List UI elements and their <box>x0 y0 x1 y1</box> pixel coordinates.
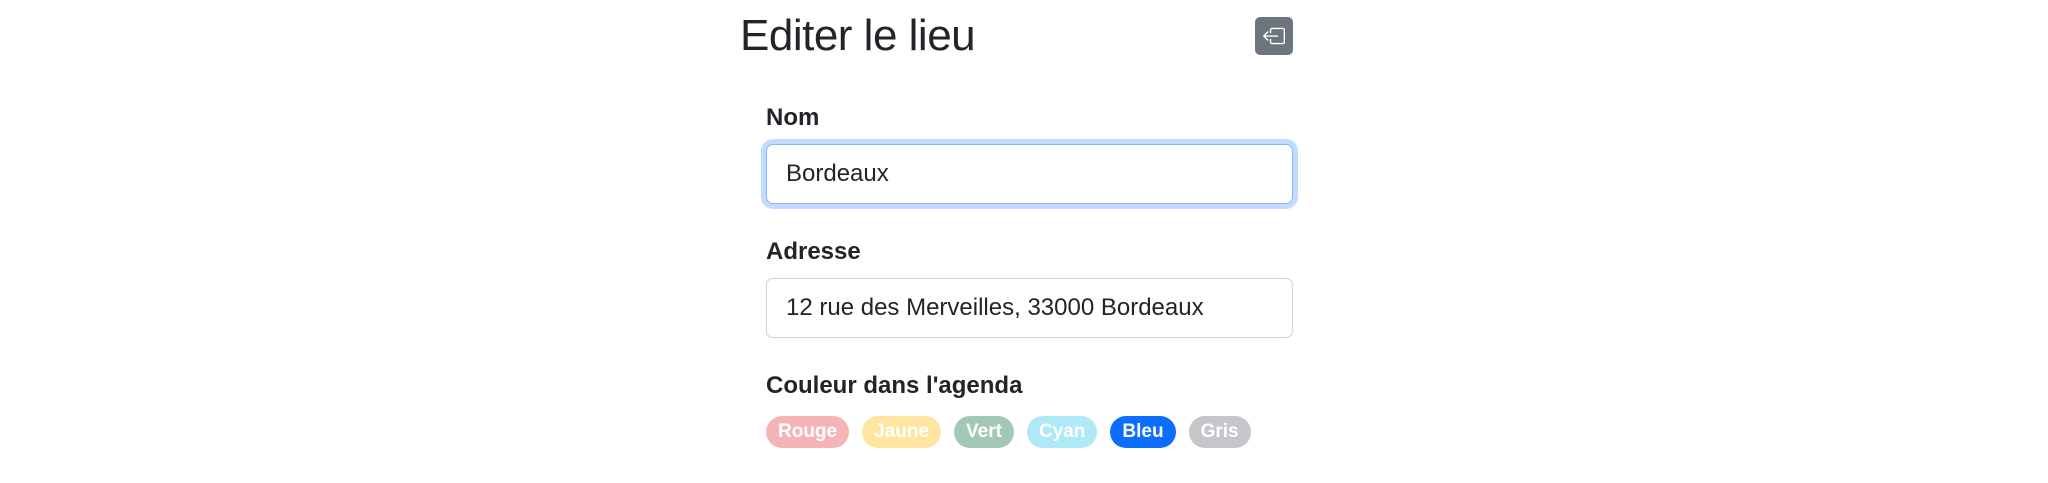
address-field-group: Adresse <box>766 234 1293 338</box>
address-input[interactable] <box>766 278 1293 338</box>
color-option-jaune[interactable]: Jaune <box>862 416 942 448</box>
name-input[interactable] <box>766 144 1293 204</box>
location-form: Nom Adresse Couleur dans l'agenda Rouge … <box>766 100 1293 448</box>
color-option-bleu[interactable]: Bleu <box>1110 416 1176 448</box>
name-label: Nom <box>766 104 820 131</box>
address-label: Adresse <box>766 238 861 265</box>
color-field-group: Couleur dans l'agenda Rouge Jaune Vert C… <box>766 368 1293 448</box>
color-label: Couleur dans l'agenda <box>766 372 1023 399</box>
color-option-rouge[interactable]: Rouge <box>766 416 850 448</box>
page-title: Editer le lieu <box>740 11 976 60</box>
color-option-gris[interactable]: Gris <box>1188 416 1251 448</box>
color-option-cyan[interactable]: Cyan <box>1026 416 1098 448</box>
color-option-vert[interactable]: Vert <box>954 416 1014 448</box>
edit-location-page: Editer le lieu Nom Adresse Couleur dans … <box>0 0 2048 483</box>
color-options: Rouge Jaune Vert Cyan Bleu Gris <box>766 416 1293 448</box>
box-arrow-left-icon <box>1263 25 1285 47</box>
back-button[interactable] <box>1255 17 1293 55</box>
name-field-group: Nom <box>766 100 1293 204</box>
